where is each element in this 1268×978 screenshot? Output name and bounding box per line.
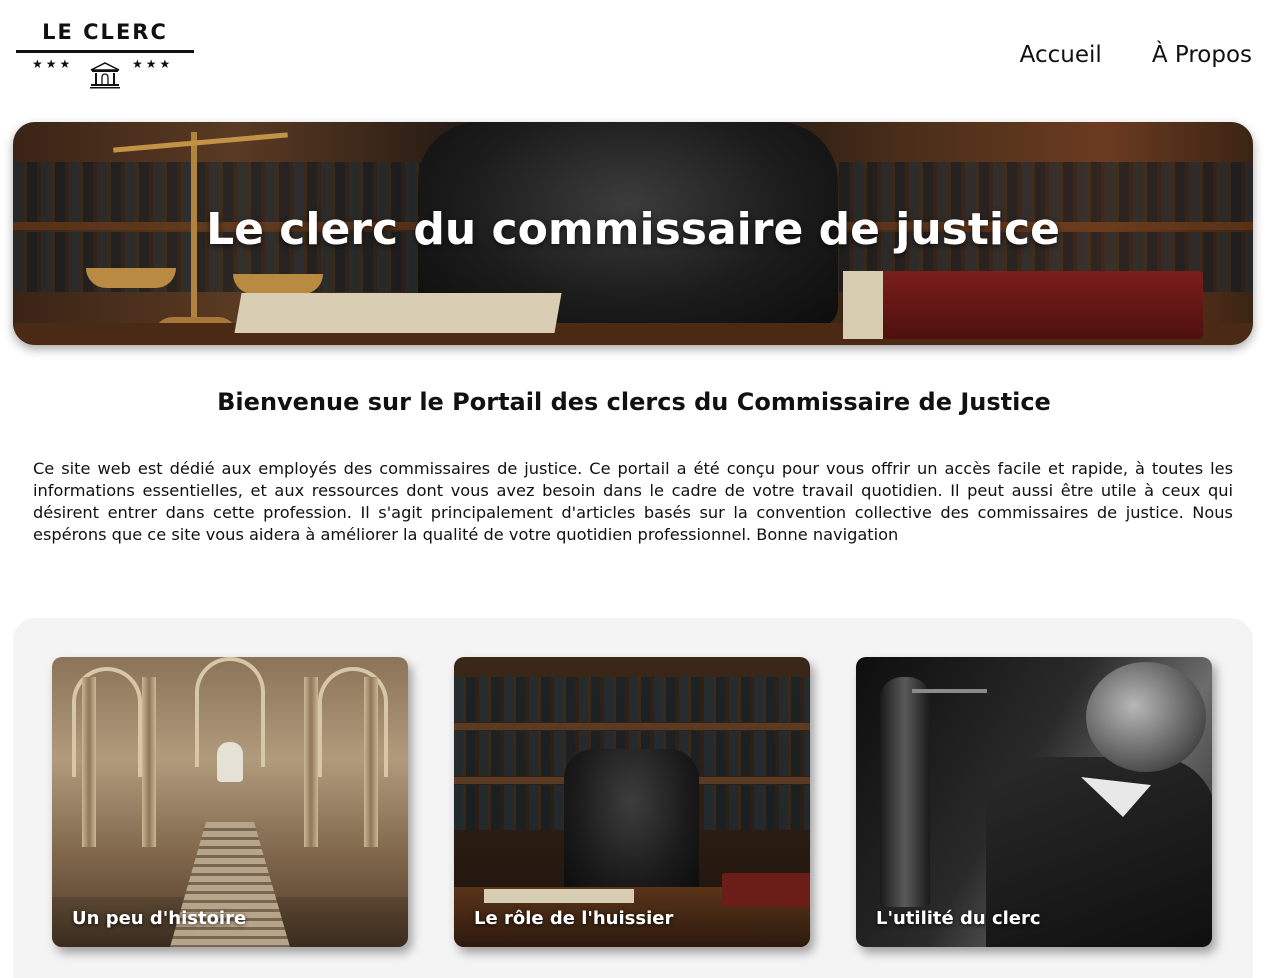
- card-scale: [912, 689, 987, 693]
- logo-rule: [16, 50, 194, 53]
- hero-title: Le clerc du commissaire de justice: [206, 204, 1060, 255]
- logo-stars-right: ★★★: [132, 57, 174, 71]
- hero-book-pages: [843, 271, 883, 339]
- card-column: [304, 677, 318, 847]
- card-label: Le rôle de l'huissier: [474, 908, 674, 929]
- card-shelf: [454, 723, 810, 730]
- card-column: [82, 677, 96, 847]
- card-bookshelf: [454, 677, 810, 722]
- hero-banner: Le clerc du commissaire de justice: [13, 122, 1253, 345]
- card-utilite-clerc[interactable]: L'utilité du clerc: [856, 657, 1212, 947]
- hero-scale-pan-left: [86, 268, 176, 288]
- card-label: Un peu d'histoire: [72, 908, 247, 929]
- card-label: L'utilité du clerc: [876, 908, 1041, 929]
- site-logo[interactable]: LE CLERC ★★★ ★★★: [16, 20, 194, 92]
- card-statue: [217, 742, 243, 782]
- card-role-huissier[interactable]: Le rôle de l'huissier: [454, 657, 810, 947]
- hero-papers: [234, 293, 562, 333]
- card-justice-statue: [880, 677, 930, 907]
- intro-paragraph: Ce site web est dédié aux employés des c…: [33, 459, 1233, 544]
- logo-text: LE CLERC: [42, 20, 168, 44]
- nav-a-propos[interactable]: À Propos: [1152, 42, 1252, 68]
- card-column: [364, 677, 378, 847]
- card-column: [142, 677, 156, 847]
- hero-scale-pan-right: [233, 274, 323, 294]
- hero-scale-beam: [113, 132, 288, 153]
- nav-accueil[interactable]: Accueil: [1020, 42, 1102, 68]
- main-nav: Accueil À Propos: [1020, 42, 1252, 68]
- site-header: LE CLERC ★★★ ★★★ Accueil À Propos: [0, 0, 1268, 110]
- courthouse-icon: [90, 62, 120, 89]
- logo-stars-left: ★★★: [32, 57, 74, 71]
- card-clerk-head: [1086, 662, 1206, 772]
- welcome-title: Bienvenue sur le Portail des clercs du C…: [217, 388, 1051, 416]
- hero-red-book: [843, 271, 1203, 339]
- card-paper: [484, 889, 634, 903]
- card-book: [722, 873, 810, 907]
- card-histoire[interactable]: Un peu d'histoire: [52, 657, 408, 947]
- cards-section: Un peu d'histoire Le rôle de l'huissier …: [13, 618, 1253, 978]
- card-chair: [564, 749, 699, 899]
